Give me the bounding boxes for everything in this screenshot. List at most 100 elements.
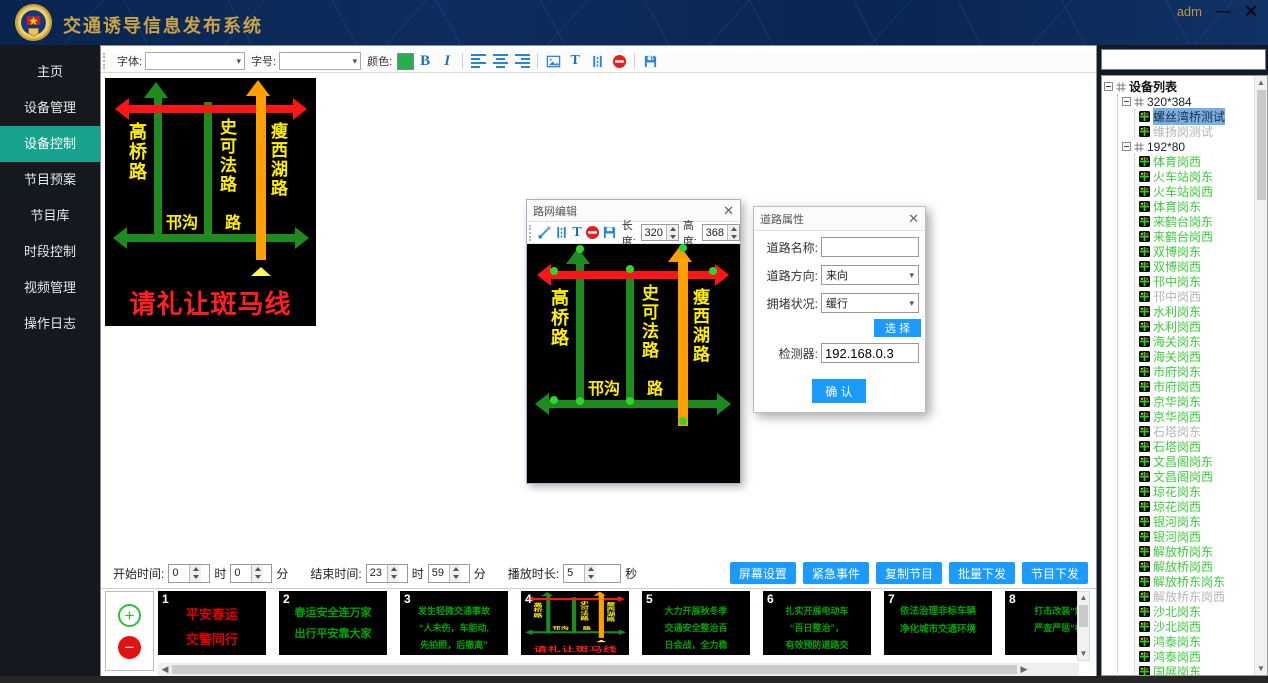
device-item-解放桥岗东[interactable]: 解放桥岗东 (1139, 544, 1254, 559)
detector-input[interactable] (821, 343, 919, 363)
device-item-鸿泰岗东[interactable]: 鸿泰岗东 (1139, 634, 1254, 649)
italic-icon[interactable]: I (437, 52, 457, 71)
scroll-left-icon[interactable]: ◀ (158, 664, 172, 675)
action-button-5[interactable]: 节目下发 (1022, 562, 1088, 584)
scroll-up-icon[interactable]: ▲ (1255, 76, 1267, 89)
align-left-icon[interactable] (468, 52, 488, 71)
align-right-icon[interactable] (512, 52, 532, 71)
device-item-沙北岗西[interactable]: 沙北岗西 (1139, 619, 1254, 634)
confirm-button[interactable]: 确 认 (812, 379, 866, 403)
road-node-handle[interactable] (679, 417, 687, 425)
minimize-icon[interactable]: — (1212, 2, 1234, 22)
tree-group-192*80[interactable]: 192*80 (1122, 139, 1254, 154)
current-user[interactable]: adm (1177, 4, 1202, 19)
forbid-icon[interactable] (609, 52, 629, 71)
sidebar-item-4[interactable]: 节目预案 (0, 162, 100, 198)
forbid-icon[interactable] (585, 223, 600, 242)
road-tool-icon[interactable] (587, 52, 607, 71)
start-hour-stepper[interactable]: 0 (168, 564, 210, 583)
device-item-维扬岗测试[interactable]: 维扬岗测试 (1139, 124, 1254, 139)
sidebar-item-3[interactable]: 设备控制 (0, 126, 100, 162)
scroll-up-icon[interactable]: ▲ (1078, 592, 1089, 604)
program-thumbnail-8[interactable]: 8打击改装“炸严查严惩“机 (1005, 591, 1079, 655)
road-node-handle[interactable] (626, 397, 634, 405)
device-item-邗中岗东[interactable]: 邗中岗东 (1139, 274, 1254, 289)
road-node-handle[interactable] (709, 267, 717, 275)
end-minute-stepper[interactable]: 59 (428, 564, 470, 583)
device-item-海关岗西[interactable]: 海关岗西 (1139, 349, 1254, 364)
scroll-down-icon[interactable]: ▼ (1078, 648, 1089, 660)
device-item-鸿泰岗西[interactable]: 鸿泰岗西 (1139, 649, 1254, 664)
program-thumbnail-1[interactable]: 1平安春运交警同行 (158, 591, 266, 655)
sidebar-item-5[interactable]: 节目库 (0, 198, 100, 234)
length-stepper[interactable]: 320 (641, 224, 679, 241)
color-swatch[interactable] (397, 53, 414, 70)
tree-group-320*384[interactable]: 320*384 (1122, 94, 1254, 109)
tree-root-device-list[interactable]: 设备列表 (1104, 79, 1254, 94)
end-hour-stepper[interactable]: 23 (366, 564, 408, 583)
road-node-handle[interactable] (626, 265, 634, 273)
sidebar-item-2[interactable]: 设备管理 (0, 90, 100, 126)
device-item-双博岗东[interactable]: 双博岗东 (1139, 244, 1254, 259)
road-node-handle[interactable] (550, 396, 558, 404)
device-item-银河岗东[interactable]: 银河岗东 (1139, 514, 1254, 529)
device-item-京华岗东[interactable]: 京华岗东 (1139, 394, 1254, 409)
device-item-文昌阁岗东[interactable]: 文昌阁岗东 (1139, 454, 1254, 469)
device-item-水利岗西[interactable]: 水利岗西 (1139, 319, 1254, 334)
device-item-解放桥东岗东[interactable]: 解放桥东岗东 (1139, 574, 1254, 589)
device-item-螺丝湾桥测试[interactable]: 螺丝湾桥测试 (1139, 109, 1254, 124)
sidebar-item-8[interactable]: 操作日志 (0, 306, 100, 342)
device-item-火车站岗东[interactable]: 火车站岗东 (1139, 169, 1254, 184)
road-name-input[interactable] (821, 237, 919, 257)
tree-scrollbar[interactable]: ▲ ▼ (1254, 76, 1267, 675)
close-icon[interactable]: ✕ (1240, 2, 1262, 22)
collapse-icon[interactable] (1104, 82, 1113, 91)
device-item-京华岗西[interactable]: 京华岗西 (1139, 409, 1254, 424)
sidebar-item-6[interactable]: 时段控制 (0, 234, 100, 270)
bold-icon[interactable]: B (415, 52, 435, 71)
collapse-icon[interactable] (1122, 97, 1131, 106)
text-tool-icon[interactable]: T (571, 223, 582, 242)
device-item-来鹤台岗西[interactable]: 来鹤台岗西 (1139, 229, 1254, 244)
scroll-right-icon[interactable]: ▶ (1017, 664, 1031, 675)
thumbnail-horizontal-scrollbar[interactable]: ◀ ▶ (158, 663, 1079, 676)
scroll-down-icon[interactable]: ▼ (1255, 662, 1267, 675)
device-item-琼花岗西[interactable]: 琼花岗西 (1139, 499, 1254, 514)
duration-stepper[interactable]: 5 (563, 564, 621, 583)
select-button[interactable]: 选 择 (874, 319, 921, 337)
road-node-handle[interactable] (576, 245, 584, 253)
remove-program-button[interactable]: − (118, 636, 141, 659)
device-item-琼花岗东[interactable]: 琼花岗东 (1139, 484, 1254, 499)
program-thumbnail-7[interactable]: 7依法治理非标车辆净化城市交通环境 (884, 591, 992, 655)
sidebar-item-7[interactable]: 视频管理 (0, 270, 100, 306)
font-size-select[interactable]: ▾ (279, 52, 361, 70)
font-select[interactable]: ▾ (145, 52, 245, 70)
device-item-体育岗东[interactable]: 体育岗东 (1139, 199, 1254, 214)
device-item-市府岗西[interactable]: 市府岗西 (1139, 379, 1254, 394)
road-node-handle[interactable] (550, 267, 558, 275)
action-button-1[interactable]: 屏幕设置 (730, 562, 796, 584)
program-thumbnail-5[interactable]: 5大力开展秋冬季交通安全整治百日会战，全力稳定道路交通安全形势！ (642, 591, 750, 655)
device-item-邗中岗西[interactable]: 邗中岗西 (1139, 289, 1254, 304)
align-center-icon[interactable] (490, 52, 510, 71)
action-button-3[interactable]: 复制节目 (876, 562, 942, 584)
device-item-石塔岗东[interactable]: 石塔岗东 (1139, 424, 1254, 439)
device-item-沙北岗东[interactable]: 沙北岗东 (1139, 604, 1254, 619)
device-item-解放桥岗西[interactable]: 解放桥岗西 (1139, 559, 1254, 574)
road-node-handle[interactable] (576, 397, 584, 405)
road-node-handle[interactable] (679, 244, 687, 252)
save-icon[interactable] (602, 223, 617, 242)
road-direction-select[interactable]: 来向▾ (821, 265, 919, 285)
action-button-2[interactable]: 紧急事件 (803, 562, 869, 584)
insert-image-icon[interactable] (543, 52, 563, 71)
program-thumbnail-4[interactable]: 4高桥路史可法路瘦西湖路邗沟路请礼让斑马线 (521, 591, 629, 655)
device-item-海关岗东[interactable]: 海关岗东 (1139, 334, 1254, 349)
program-thumbnail-2[interactable]: 2春运安全连万家出行平安靠大家 (279, 591, 387, 655)
insert-text-icon[interactable]: T (565, 52, 585, 71)
device-item-市府岗东[interactable]: 市府岗东 (1139, 364, 1254, 379)
road-tool-icon[interactable] (554, 223, 569, 242)
sign-preview[interactable]: 高桥路史可法路瘦西湖路邗沟路请礼让斑马线 (105, 78, 316, 326)
device-item-体育岗西[interactable]: 体育岗西 (1139, 154, 1254, 169)
congestion-select[interactable]: 缓行▾ (821, 293, 919, 313)
road-network-canvas[interactable]: 高桥路史可法路瘦西湖路邗沟路 (527, 244, 740, 483)
